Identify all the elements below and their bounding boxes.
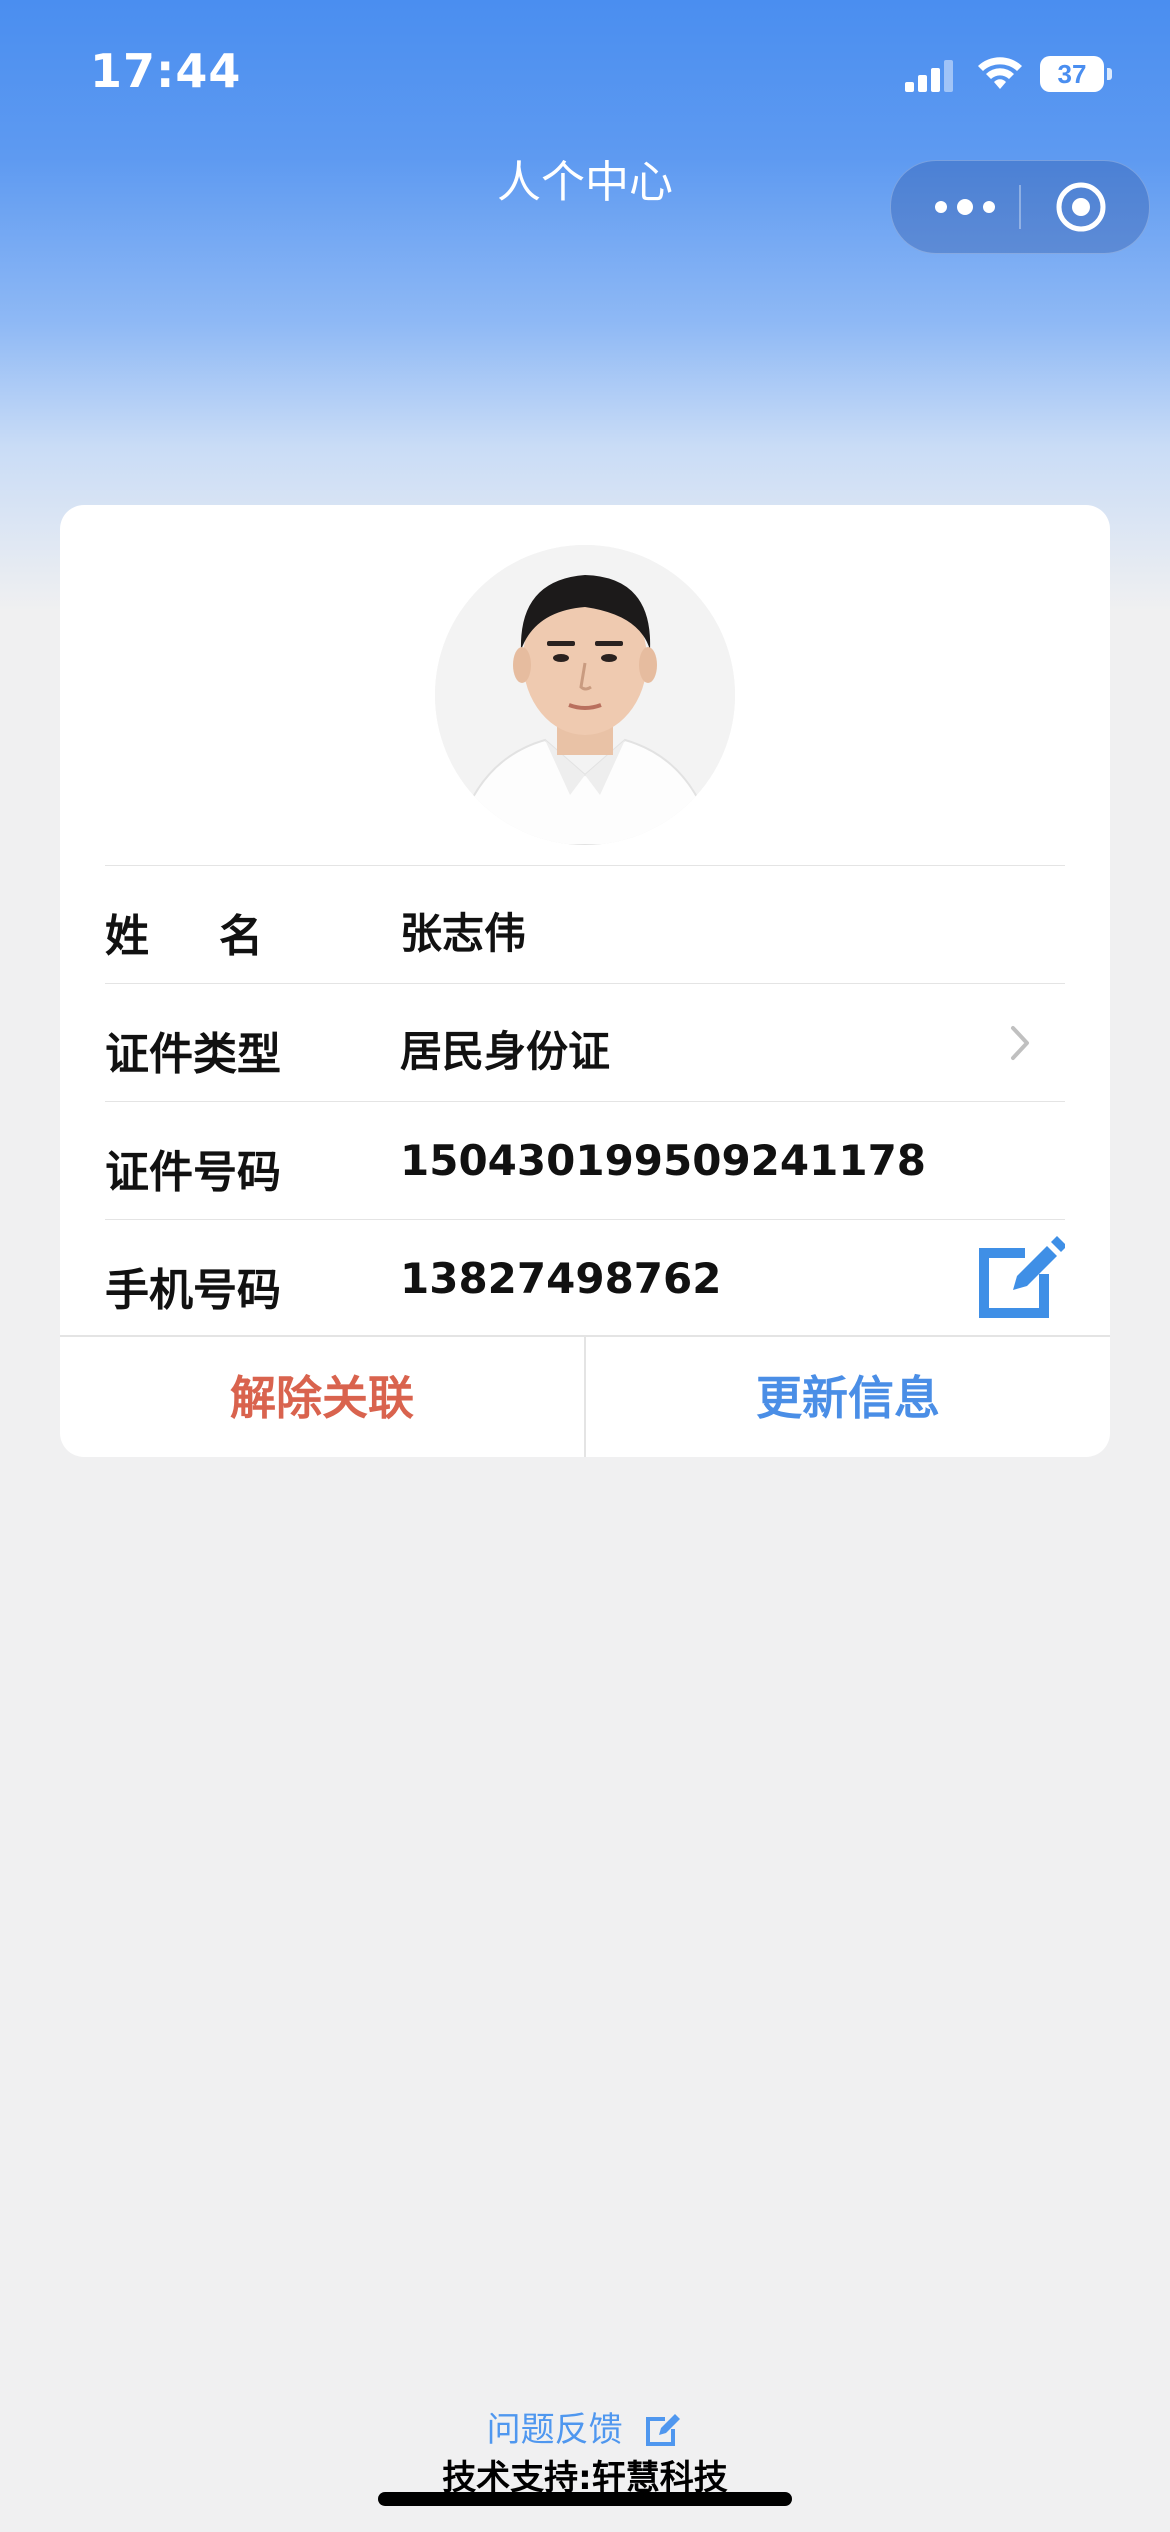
row-name: 姓名 张志伟: [105, 865, 1065, 983]
row-phone: 手机号码 13827498762: [105, 1219, 1065, 1337]
row-name-value: 张志伟: [400, 909, 527, 958]
chevron-right-icon: [1011, 1026, 1029, 1060]
row-name-label: 姓名: [105, 911, 333, 962]
row-phone-value: 13827498762: [400, 1254, 722, 1303]
edit-icon: [646, 2414, 681, 2446]
avatar: [435, 545, 735, 845]
feedback-link[interactable]: 问题反馈: [0, 2402, 1170, 2451]
mini-program-capsule: [890, 160, 1150, 254]
home-indicator[interactable]: [378, 2492, 792, 2506]
row-id-number-label: 证件号码: [105, 1147, 281, 1198]
feedback-label: 问题反馈: [486, 2410, 623, 2450]
row-phone-label: 手机号码: [105, 1265, 281, 1316]
status-time: 17:44: [90, 44, 242, 98]
signal-icon: [905, 60, 953, 92]
info-list: 姓名 张志伟 证件类型 居民身份证 证件号码 15043019950924117…: [105, 865, 1065, 1337]
unbind-button[interactable]: 解除关联: [60, 1337, 586, 1457]
target-circle-icon[interactable]: [1041, 181, 1121, 233]
battery-icon: 37: [1040, 56, 1112, 92]
row-id-type-label: 证件类型: [105, 1029, 281, 1080]
row-id-number-value: 150430199509241178: [400, 1136, 927, 1185]
profile-card: 姓名 张志伟 证件类型 居民身份证 证件号码 15043019950924117…: [60, 505, 1110, 1457]
more-dots-icon[interactable]: [925, 187, 1005, 227]
row-id-type[interactable]: 证件类型 居民身份证: [105, 983, 1065, 1101]
row-id-type-value: 居民身份证: [400, 1027, 611, 1076]
wifi-icon: [978, 57, 1022, 89]
edit-icon[interactable]: [973, 1232, 1065, 1324]
update-info-button[interactable]: 更新信息: [586, 1337, 1110, 1457]
status-bar: 17:44 37: [0, 0, 1170, 140]
card-actions: 解除关联 更新信息: [60, 1335, 1110, 1457]
row-id-number: 证件号码 150430199509241178: [105, 1101, 1065, 1219]
person-photo: [435, 545, 735, 845]
battery-level: 37: [1040, 56, 1104, 92]
